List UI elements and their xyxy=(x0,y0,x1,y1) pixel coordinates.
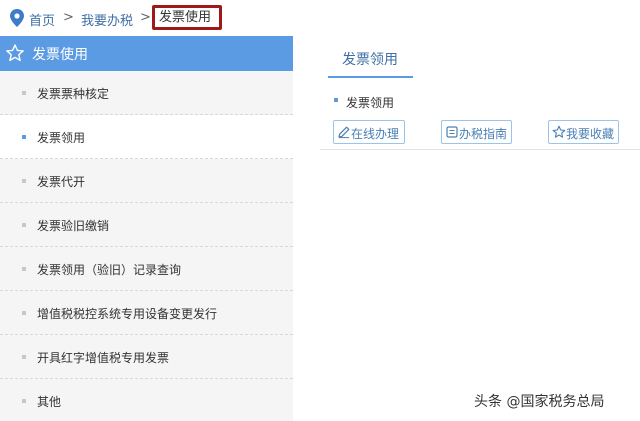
breadcrumb-separator: > xyxy=(140,10,151,25)
guide-icon xyxy=(446,126,458,138)
tax-guide-label: 办税指南 xyxy=(459,127,508,141)
sidebar-item-red-invoice[interactable]: 开具红字增值税专用发票 xyxy=(0,335,293,379)
breadcrumb-home-link[interactable]: 首页 xyxy=(29,10,55,29)
online-process-label: 在线办理 xyxy=(351,127,400,141)
bullet-icon xyxy=(22,179,26,183)
sidebar-item-label: 发票领用（验旧）记录查询 xyxy=(37,263,182,277)
sidebar-item-label: 发票票种核定 xyxy=(37,87,110,101)
breadcrumb-tax-link[interactable]: 我要办税 xyxy=(81,10,133,29)
bullet-icon xyxy=(22,223,26,227)
sidebar-item-device-change[interactable]: 增值税税控系统专用设备变更发行 xyxy=(0,291,293,335)
sidebar-item-label: 发票领用 xyxy=(37,131,86,145)
online-process-button[interactable]: 在线办理 xyxy=(333,120,405,144)
tab-invoice-collection[interactable]: 发票领用 xyxy=(328,36,413,78)
sidebar-item-invoice-issuing[interactable]: 发票代开 xyxy=(0,159,293,203)
pencil-icon xyxy=(338,126,350,139)
breadcrumb: 首页 > 我要办税 > 发票使用 xyxy=(0,0,640,36)
sidebar-item-invoice-verification[interactable]: 发票验旧缴销 xyxy=(0,203,293,247)
sidebar-item-label: 发票验旧缴销 xyxy=(37,219,110,233)
sidebar: 发票使用 发票票种核定 发票领用 发票代开 发票验旧缴销 发票领用（验旧）记录查… xyxy=(0,36,293,421)
sidebar-header: 发票使用 xyxy=(0,36,293,71)
bullet-icon xyxy=(334,98,338,102)
bullet-icon xyxy=(22,267,26,271)
star-icon xyxy=(6,44,24,62)
watermark: 头条 @国家税务总局 xyxy=(474,394,605,410)
sidebar-item-label: 发票代开 xyxy=(37,175,86,189)
star-icon xyxy=(552,125,566,138)
sidebar-item-other[interactable]: 其他 xyxy=(0,379,293,421)
favorite-label: 我要收藏 xyxy=(566,127,615,141)
sidebar-item-label: 开具红字增值税专用发票 xyxy=(37,351,170,365)
breadcrumb-separator: > xyxy=(63,10,74,25)
sidebar-item-ticket-type-approval[interactable]: 发票票种核定 xyxy=(0,71,293,115)
favorite-button[interactable]: 我要收藏 xyxy=(548,120,619,144)
bullet-icon xyxy=(22,135,26,139)
bullet-icon xyxy=(22,399,26,403)
sidebar-title: 发票使用 xyxy=(32,47,88,63)
sidebar-item-record-query[interactable]: 发票领用（验旧）记录查询 xyxy=(0,247,293,291)
bullet-icon xyxy=(22,91,26,95)
breadcrumb-current: 发票使用 xyxy=(152,5,222,30)
location-pin-icon xyxy=(10,9,24,27)
bullet-icon xyxy=(22,355,26,359)
divider xyxy=(320,149,640,150)
sidebar-item-invoice-collection[interactable]: 发票领用 xyxy=(0,115,293,159)
tab-label: 发票领用 xyxy=(342,52,398,68)
bullet-icon xyxy=(22,311,26,315)
sidebar-item-label: 增值税税控系统专用设备变更发行 xyxy=(37,307,218,321)
sidebar-item-label: 其他 xyxy=(37,395,62,409)
tax-guide-button[interactable]: 办税指南 xyxy=(441,120,512,144)
service-item-title: 发票领用 xyxy=(346,96,395,110)
